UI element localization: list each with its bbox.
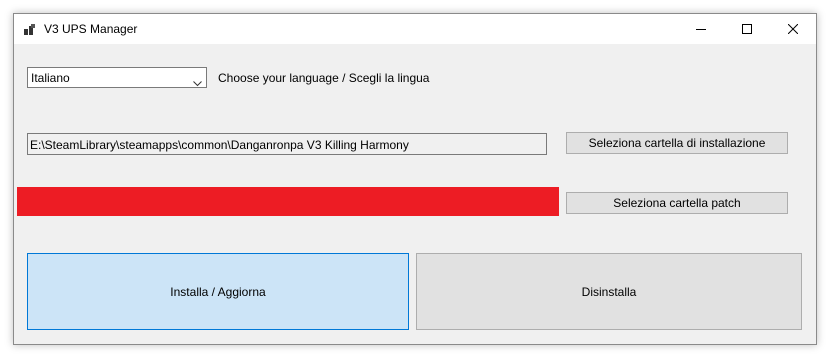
app-window: V3 UPS Manager Italiano Choose your lang… (13, 13, 817, 345)
minimize-button[interactable] (678, 14, 724, 44)
language-label: Choose your language / Scegli la lingua (218, 71, 430, 85)
title-bar[interactable]: V3 UPS Manager (14, 14, 816, 44)
chevron-down-icon (193, 74, 202, 92)
select-install-folder-button[interactable]: Seleziona cartella di installazione (566, 132, 788, 154)
install-update-button[interactable]: Installa / Aggiorna (27, 253, 409, 330)
window-title: V3 UPS Manager (44, 22, 138, 36)
maximize-button[interactable] (724, 14, 770, 44)
app-icon (24, 23, 36, 35)
language-select[interactable]: Italiano (27, 67, 207, 88)
language-select-value: Italiano (31, 71, 70, 85)
close-button[interactable] (770, 14, 816, 44)
install-path-value: E:\SteamLibrary\steamapps\common\Danganr… (30, 138, 409, 152)
select-patch-folder-button[interactable]: Seleziona cartella patch (566, 192, 788, 214)
patch-status-bar (17, 187, 559, 216)
install-path-field[interactable]: E:\SteamLibrary\steamapps\common\Danganr… (27, 133, 547, 155)
uninstall-button[interactable]: Disinstalla (416, 253, 802, 330)
